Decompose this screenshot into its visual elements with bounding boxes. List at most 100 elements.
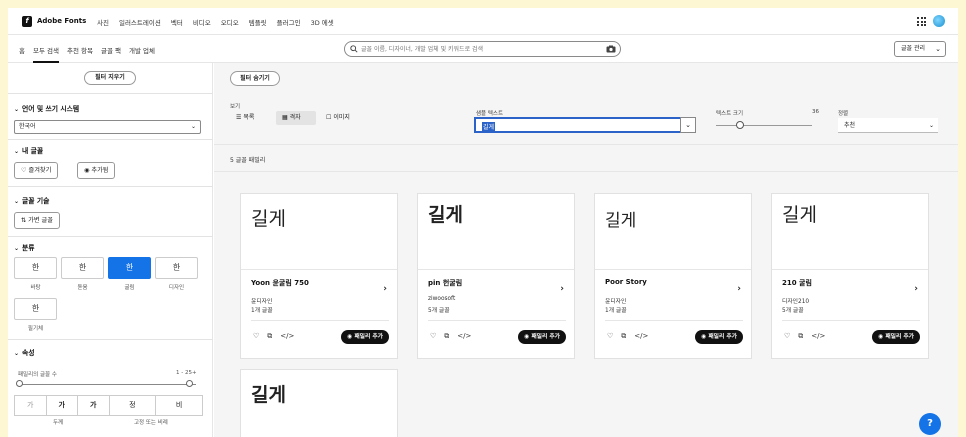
top-bar: f Adobe Fonts 사진 일러스트레이션 벡터 비디오 오디오 템플릿 … bbox=[8, 8, 958, 35]
family-count-max-handle[interactable] bbox=[186, 380, 193, 387]
favorites-button[interactable]: ♡ 즐겨찾기 bbox=[14, 162, 59, 179]
font-name[interactable]: Yoon 윤굴림 750 bbox=[251, 278, 309, 288]
font-card[interactable]: 길게 pin 헌굴림 ziwoosoft 5개 글꼴 › ♡ ⧉ </> ◉ 패… bbox=[417, 193, 575, 359]
font-name[interactable]: Poor Story bbox=[605, 278, 647, 286]
sort-select[interactable]: 추천 ⌄ bbox=[838, 118, 938, 133]
chevron-right-icon[interactable]: › bbox=[560, 284, 564, 294]
font-preview[interactable]: 길게 bbox=[772, 194, 928, 270]
card-actions: ♡ ⧉ </> bbox=[253, 332, 294, 341]
view-image-option[interactable]: ☐ 이미지 bbox=[326, 111, 366, 125]
font-foundry[interactable]: 윤디자인 bbox=[605, 296, 626, 305]
code-icon[interactable]: </> bbox=[280, 332, 294, 341]
font-card[interactable]: 길게 bbox=[240, 369, 398, 437]
class-tile-design[interactable]: 한 bbox=[155, 257, 198, 279]
avatar[interactable] bbox=[933, 15, 945, 27]
topnav-item-templates[interactable]: 템플릿 bbox=[249, 17, 267, 27]
add-family-button[interactable]: ◉ 패밀리 추가 bbox=[518, 330, 566, 344]
help-button[interactable]: ? bbox=[919, 413, 941, 435]
family-count-slider[interactable] bbox=[20, 384, 196, 385]
class-tile-batang[interactable]: 한 bbox=[14, 257, 57, 279]
info-icon[interactable]: ⧉ bbox=[444, 332, 449, 341]
add-family-button[interactable]: ◉ 패밀리 추가 bbox=[695, 330, 743, 344]
subnav-item-home[interactable]: 홈 bbox=[19, 45, 25, 63]
checkbox-icon[interactable]: ☐ bbox=[326, 114, 331, 121]
font-card[interactable]: 길게 Yoon 윤굴림 750 윤디자인 1개 글꼴 › ♡ ⧉ </> ◉ 패… bbox=[240, 193, 398, 359]
font-preview-text: 길게 bbox=[605, 211, 637, 231]
topnav-item-video[interactable]: 비디오 bbox=[193, 17, 211, 27]
text-size-handle[interactable] bbox=[736, 121, 744, 129]
adobe-fonts-logo-icon[interactable]: f bbox=[22, 16, 32, 27]
subnav-item-recommended[interactable]: 추천 항목 bbox=[67, 45, 93, 63]
font-name[interactable]: pin 헌굴림 bbox=[428, 278, 462, 288]
camera-icon[interactable] bbox=[606, 45, 616, 53]
subnav-item-font-packs[interactable]: 글꼴 팩 bbox=[101, 45, 121, 63]
subnav-item-foundries[interactable]: 개발 업체 bbox=[129, 45, 155, 63]
font-card[interactable]: 길게 Poor Story 윤디자인 1개 글꼴 › ♡ ⧉ </> ◉ 패밀리… bbox=[594, 193, 752, 359]
chevron-right-icon[interactable]: › bbox=[737, 284, 741, 294]
chevron-right-icon[interactable]: › bbox=[383, 284, 387, 294]
clear-filters-button[interactable]: 필터 지우기 bbox=[84, 71, 136, 85]
section-language[interactable]: ⌄ 언어 및 쓰기 시스템 bbox=[14, 103, 79, 113]
app-window: f Adobe Fonts 사진 일러스트레이션 벡터 비디오 오디오 템플릿 … bbox=[8, 8, 958, 437]
class-tile-handwriting[interactable]: 한 bbox=[14, 298, 57, 320]
heart-icon[interactable]: ♡ bbox=[784, 332, 790, 341]
weight-bold-toggle[interactable]: 가 bbox=[77, 395, 110, 416]
chevron-right-icon[interactable]: › bbox=[914, 284, 918, 294]
weight-light-toggle[interactable]: 가 bbox=[14, 395, 47, 416]
topnav-item-vectors[interactable]: 벡터 bbox=[171, 17, 183, 27]
code-icon[interactable]: </> bbox=[634, 332, 648, 341]
font-manage-dropdown[interactable]: 글꼴 관리 ⌄ bbox=[894, 41, 946, 57]
font-name[interactable]: 210 굴림 bbox=[782, 278, 812, 288]
text-size-slider[interactable] bbox=[716, 125, 812, 126]
section-properties[interactable]: ⌄ 속성 bbox=[14, 347, 35, 357]
heart-icon[interactable]: ♡ bbox=[253, 332, 259, 341]
class-tile-dotum[interactable]: 한 bbox=[61, 257, 104, 279]
font-foundry[interactable]: 디자인210 bbox=[782, 296, 809, 305]
class-tile-gulim[interactable]: 한 bbox=[108, 257, 151, 279]
topnav-item-illustrations[interactable]: 일러스트레이션 bbox=[119, 17, 161, 27]
subnav-item-search-all[interactable]: 모두 검색 bbox=[32, 45, 59, 63]
section-classification[interactable]: ⌄ 분류 bbox=[14, 242, 35, 252]
card-actions: ♡ ⧉ </> bbox=[607, 332, 648, 341]
weight-regular-toggle[interactable]: 가 bbox=[45, 395, 78, 416]
font-preview[interactable]: 길게 bbox=[595, 194, 751, 270]
divider bbox=[605, 320, 743, 321]
topnav-item-plugins[interactable]: 플러그인 bbox=[277, 17, 301, 27]
section-font-tech[interactable]: ⌄ 글꼴 기술 bbox=[14, 195, 49, 205]
heart-icon[interactable]: ♡ bbox=[430, 332, 436, 341]
language-select[interactable]: 한국어 ⌄ bbox=[14, 120, 201, 134]
info-icon[interactable]: ⧉ bbox=[798, 332, 803, 341]
topnav-item-photos[interactable]: 사진 bbox=[97, 17, 109, 27]
sample-text-dropdown[interactable]: ⌄ bbox=[680, 117, 696, 133]
view-list-option[interactable]: ☰ 목록 bbox=[236, 111, 272, 125]
font-preview[interactable]: 길게 bbox=[418, 194, 574, 270]
font-card[interactable]: 길게 210 굴림 디자인210 5개 글꼴 › ♡ ⧉ </> ◉ 패밀리 추… bbox=[771, 193, 929, 359]
added-label: 추가됨 bbox=[91, 167, 109, 174]
add-family-button[interactable]: ◉ 패밀리 추가 bbox=[341, 330, 389, 344]
hide-filters-button[interactable]: 필터 숨기기 bbox=[230, 71, 280, 86]
info-icon[interactable]: ⧉ bbox=[621, 332, 626, 341]
info-icon[interactable]: ⧉ bbox=[267, 332, 272, 341]
app-title[interactable]: Adobe Fonts bbox=[37, 17, 86, 25]
heart-icon[interactable]: ♡ bbox=[607, 332, 613, 341]
view-grid-option[interactable]: ▦ 격자 bbox=[276, 111, 316, 125]
font-foundry[interactable]: 윤디자인 bbox=[251, 296, 272, 305]
topnav-item-3d-assets[interactable]: 3D 에셋 bbox=[311, 17, 334, 27]
variable-fonts-button[interactable]: ⇅ 가변 글꼴 bbox=[14, 212, 60, 229]
added-button[interactable]: ◉ 추가됨 bbox=[77, 162, 116, 179]
font-preview[interactable]: 길게 bbox=[241, 194, 397, 270]
sample-text-input[interactable]: 길게 bbox=[474, 117, 682, 133]
section-my-fonts[interactable]: ⌄ 내 글꼴 bbox=[14, 145, 43, 155]
section-classification-label: 분류 bbox=[22, 244, 35, 252]
width-fixed-toggle[interactable]: 정 bbox=[108, 395, 157, 416]
family-count-min-handle[interactable] bbox=[16, 380, 23, 387]
code-icon[interactable]: </> bbox=[457, 332, 471, 341]
code-icon[interactable]: </> bbox=[811, 332, 825, 341]
apps-grid-icon[interactable] bbox=[917, 17, 926, 26]
search-input[interactable] bbox=[361, 44, 591, 54]
topnav-item-audio[interactable]: 오디오 bbox=[221, 17, 239, 27]
add-family-button[interactable]: ◉ 패밀리 추가 bbox=[872, 330, 920, 344]
font-foundry[interactable]: ziwoosoft bbox=[428, 296, 455, 302]
font-preview[interactable]: 길게 bbox=[241, 370, 397, 437]
width-proportional-toggle[interactable]: 비 bbox=[155, 395, 203, 416]
